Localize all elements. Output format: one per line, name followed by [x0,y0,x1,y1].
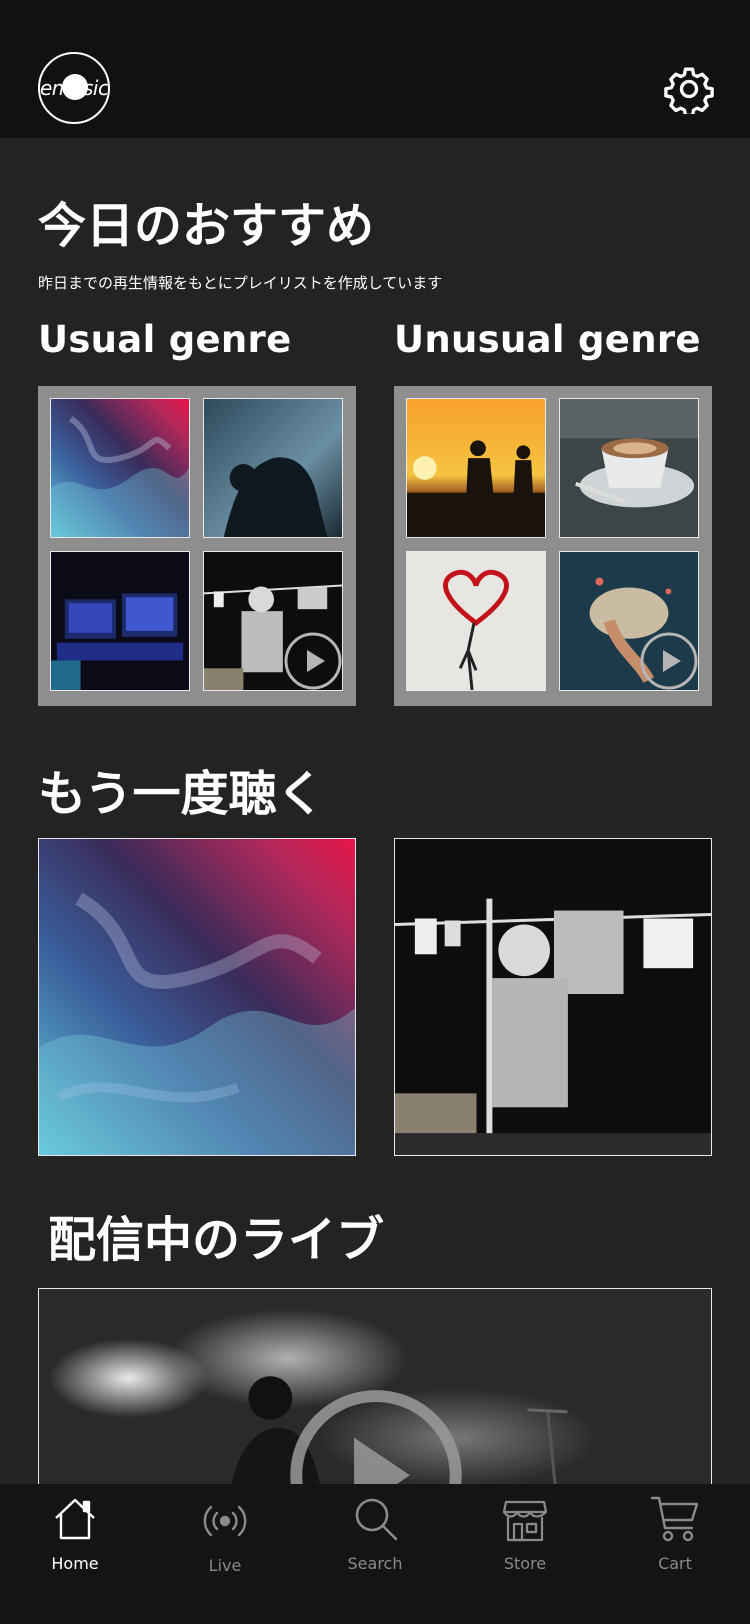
recommend-subtitle: 昨日までの再生情報をもとにプレイリストを作成しています [38,274,443,292]
broadcast-icon [203,1505,247,1537]
tab-cart[interactable]: Cart [600,1484,750,1624]
search-icon [355,1498,398,1541]
bottom-tab-bar: Home Live Search Store Cart [0,1484,750,1624]
playlist-cover-smoke [50,398,190,538]
listen-again-title: もう一度聴く [38,766,325,822]
tab-home[interactable]: Home [0,1484,150,1624]
store-icon [502,1500,548,1542]
live-stream-card[interactable] [38,1288,712,1508]
app-header: emusic [0,0,750,138]
tab-live-label: Live [208,1556,242,1575]
playlist-cover-silhouette [203,398,343,538]
gear-icon[interactable] [664,64,714,114]
playlist-cover-heart-graffiti [406,551,546,691]
tab-live[interactable]: Live [150,1484,300,1624]
recommend-title: 今日のおすすめ [38,198,375,254]
tab-search-label: Search [347,1554,403,1573]
live-title: 配信中のライブ [48,1212,385,1268]
tab-search[interactable]: Search [300,1484,450,1624]
tab-cart-label: Cart [658,1554,692,1573]
tab-home-label: Home [51,1554,99,1573]
playlist-cover-dj-laptops [50,551,190,691]
playlist-cover-sunset-couple [406,398,546,538]
cart-icon [650,1496,699,1542]
unusual-genre-playlist[interactable] [394,386,712,706]
playlist-cover-coffee [559,398,699,538]
unusual-genre-title: Unusual genre [394,318,701,361]
emusic-logo[interactable]: emusic [38,52,110,124]
tab-store[interactable]: Store [450,1484,600,1624]
play-icon[interactable] [283,631,343,691]
logo-text: emusic [40,76,109,100]
listen-again-item-smoke[interactable] [38,838,356,1156]
home-icon [55,1498,95,1540]
play-icon[interactable] [639,631,699,691]
usual-genre-playlist[interactable] [38,386,356,706]
usual-genre-title: Usual genre [38,318,292,361]
tab-store-label: Store [503,1554,547,1573]
listen-again-item-kitten[interactable] [394,838,712,1156]
